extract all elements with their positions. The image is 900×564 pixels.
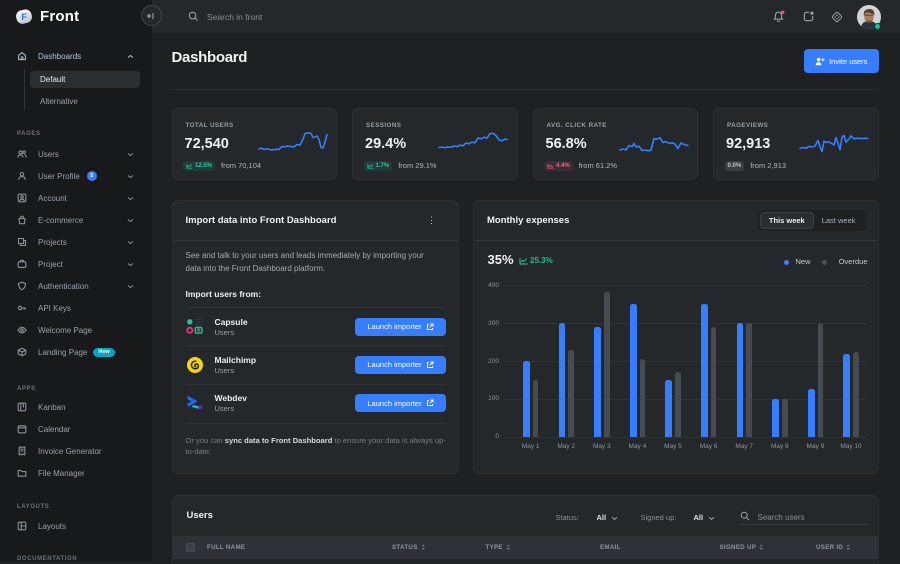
svg-text:F: F	[21, 12, 27, 23]
